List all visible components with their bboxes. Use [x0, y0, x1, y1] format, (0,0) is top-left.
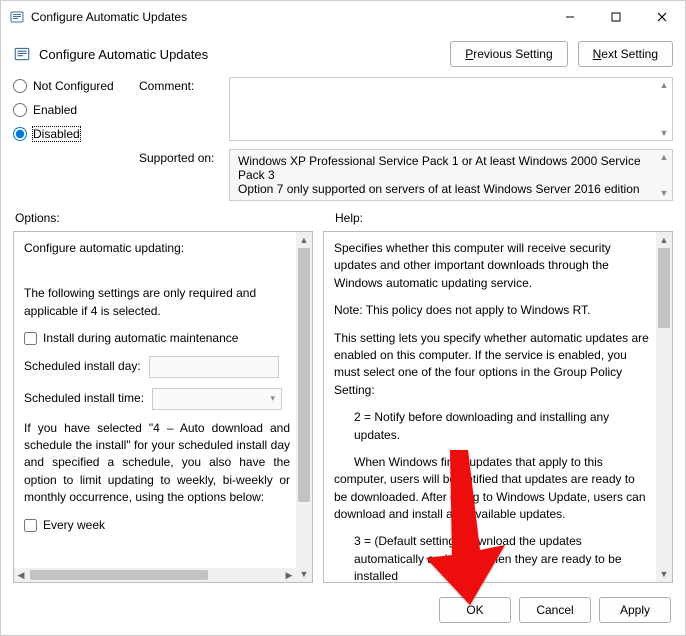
previous-setting-button[interactable]: Previous Setting — [450, 41, 567, 67]
header-left: Configure Automatic Updates — [13, 45, 438, 63]
radio-not-configured[interactable]: Not Configured — [13, 79, 123, 93]
radio-disabled[interactable]: Disabled — [13, 127, 123, 141]
radio-disabled-label: Disabled — [33, 127, 80, 141]
options-long-note: If you have selected "4 – Auto download … — [24, 420, 290, 507]
help-panel: Specifies whether this computer will rec… — [323, 231, 673, 583]
comment-scroll[interactable]: ▲▼ — [658, 80, 670, 138]
options-vscroll[interactable]: ▲ ▼ — [296, 232, 312, 582]
help-vthumb[interactable] — [658, 248, 670, 328]
options-hthumb[interactable] — [30, 570, 208, 580]
window-controls — [547, 1, 685, 33]
help-p1: Specifies whether this computer will rec… — [334, 240, 650, 292]
chk-install-maintenance[interactable]: Install during automatic maintenance — [24, 330, 290, 347]
radio-disabled-input[interactable] — [13, 127, 27, 141]
panels: Configure automatic updating: The follow… — [1, 227, 685, 589]
radio-enabled[interactable]: Enabled — [13, 103, 123, 117]
titlebar: Configure Automatic Updates — [1, 1, 685, 33]
close-button[interactable] — [639, 1, 685, 33]
chevron-down-icon: ▾ — [271, 392, 276, 405]
sched-time-select[interactable]: ▾ — [152, 388, 282, 410]
maximize-button[interactable] — [593, 1, 639, 33]
supported-row: Supported on: Windows XP Professional Se… — [139, 149, 673, 201]
radio-not-configured-input[interactable] — [13, 79, 27, 93]
nav-buttons: Previous Setting Next Setting — [450, 41, 673, 67]
radio-column: Not Configured Enabled Disabled — [13, 77, 123, 201]
options-intro: Configure automatic updating: — [24, 240, 290, 257]
scroll-right-icon[interactable]: ▶ — [282, 570, 296, 581]
apply-button[interactable]: Apply — [599, 597, 671, 623]
sched-time-row: Scheduled install time: ▾ — [24, 388, 290, 410]
radio-enabled-input[interactable] — [13, 103, 27, 117]
help-scroll-up-icon[interactable]: ▲ — [656, 232, 672, 248]
help-scroll-down-icon[interactable]: ▼ — [656, 566, 672, 582]
help-vscroll[interactable]: ▲ ▼ — [656, 232, 672, 582]
policy-icon — [9, 9, 25, 25]
sched-time-label: Scheduled install time: — [24, 390, 144, 407]
ok-button[interactable]: OK — [439, 597, 511, 623]
help-p2: Note: This policy does not apply to Wind… — [334, 302, 650, 319]
supported-value: Windows XP Professional Service Pack 1 o… — [238, 154, 664, 196]
cancel-button[interactable]: Cancel — [519, 597, 591, 623]
next-setting-button[interactable]: Next Setting — [578, 41, 673, 67]
options-header: Options: — [15, 211, 311, 225]
help-p5: When Windows finds updates that apply to… — [334, 454, 650, 524]
scroll-down-icon[interactable]: ▼ — [296, 566, 312, 582]
config-row: Not Configured Enabled Disabled Comment:… — [1, 71, 685, 205]
chk-install-label: Install during automatic maintenance — [43, 330, 238, 347]
supported-scroll[interactable]: ▲▼ — [658, 152, 670, 198]
scroll-up-icon[interactable]: ▲ — [296, 232, 312, 248]
comment-textarea[interactable]: ▲▼ — [229, 77, 673, 141]
header-row: Configure Automatic Updates Previous Set… — [1, 33, 685, 71]
help-header: Help: — [335, 211, 363, 225]
scroll-left-icon[interactable]: ◀ — [14, 570, 28, 581]
options-content: Configure automatic updating: The follow… — [14, 232, 312, 582]
chk-every-week-label: Every week — [43, 517, 105, 534]
supported-text: Windows XP Professional Service Pack 1 o… — [229, 149, 673, 201]
supported-label: Supported on: — [139, 149, 219, 201]
page-title: Configure Automatic Updates — [39, 47, 208, 62]
help-p6: 3 = (Default setting) Download the updat… — [334, 533, 650, 582]
help-p3: This setting lets you specify whether au… — [334, 330, 650, 400]
help-p4: 2 = Notify before downloading and instal… — [334, 409, 650, 444]
panels-header: Options: Help: — [1, 205, 685, 227]
chk-every-week[interactable]: Every week — [24, 517, 290, 534]
sched-day-row: Scheduled install day: — [24, 356, 290, 378]
help-content: Specifies whether this computer will rec… — [324, 232, 672, 582]
window-title: Configure Automatic Updates — [31, 10, 547, 24]
chk-every-week-input[interactable] — [24, 519, 37, 532]
sched-day-select[interactable] — [149, 356, 279, 378]
radio-enabled-label: Enabled — [33, 103, 77, 117]
comment-row: Comment: ▲▼ — [139, 77, 673, 141]
policy-header-icon — [13, 45, 31, 63]
dialog-window: Configure Automatic Updates Configure Au… — [0, 0, 686, 636]
fields-column: Comment: ▲▼ Supported on: Windows XP Pro… — [139, 77, 673, 201]
comment-label: Comment: — [139, 77, 219, 141]
chk-install-input[interactable] — [24, 332, 37, 345]
radio-not-configured-label: Not Configured — [33, 79, 114, 93]
minimize-button[interactable] — [547, 1, 593, 33]
options-vthumb[interactable] — [298, 248, 310, 502]
sched-day-label: Scheduled install day: — [24, 358, 141, 375]
footer: OK Cancel Apply — [1, 589, 685, 635]
options-panel: Configure automatic updating: The follow… — [13, 231, 313, 583]
options-hscroll[interactable]: ◀ ▶ — [14, 568, 296, 582]
options-note: The following settings are only required… — [24, 285, 290, 320]
